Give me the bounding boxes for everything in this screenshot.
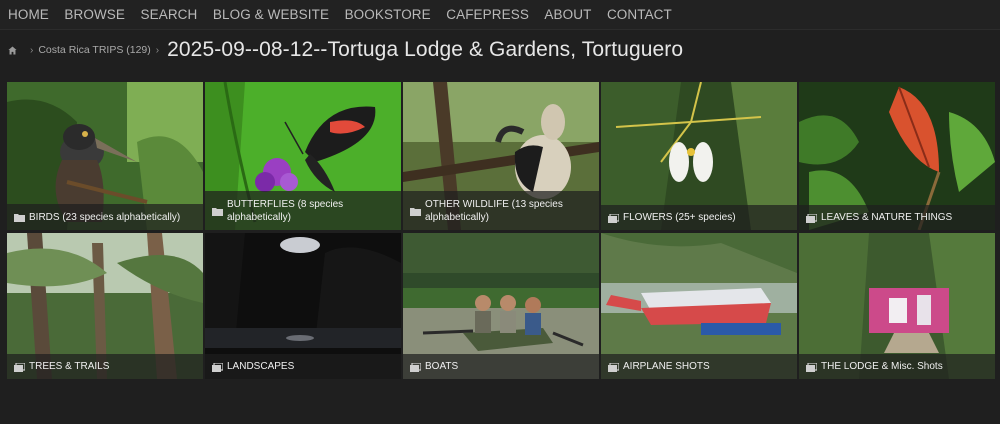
gallery-caption: TREES & TRAILS: [7, 354, 203, 379]
top-navigation: HOME BROWSE SEARCH BLOG & WEBSITE BOOKST…: [0, 0, 1000, 30]
gallery-icon: [608, 213, 619, 223]
gallery-title: AIRPLANE SHOTS: [623, 361, 710, 372]
gallery-tile-landscapes[interactable]: LANDSCAPES: [205, 233, 401, 379]
gallery-caption: THE LODGE & Misc. Shots: [799, 354, 995, 379]
breadcrumb-costa-rica-trips[interactable]: Costa Rica TRIPS (129): [38, 44, 150, 56]
gallery-title: LEAVES & NATURE THINGS: [821, 212, 953, 223]
gallery-title: TREES & TRAILS: [29, 361, 110, 372]
gallery-title: BIRDS (23 species alphabetically): [29, 212, 181, 223]
gallery-title: LANDSCAPES: [227, 361, 295, 372]
nav-bookstore[interactable]: BOOKSTORE: [345, 7, 431, 22]
gallery-icon: [212, 362, 223, 372]
gallery-caption: BOATS: [403, 354, 599, 379]
gallery-tile-airplane-shots[interactable]: AIRPLANE SHOTS: [601, 233, 797, 379]
gallery-tile-the-lodge[interactable]: THE LODGE & Misc. Shots: [799, 233, 995, 379]
folder-icon: [14, 214, 25, 222]
gallery-title: FLOWERS (25+ species): [623, 212, 736, 223]
nav-search[interactable]: SEARCH: [141, 7, 198, 22]
gallery-tile-birds[interactable]: BIRDS (23 species alphabetically): [7, 82, 203, 230]
nav-cafepress[interactable]: CAFEPRESS: [446, 7, 529, 22]
breadcrumb: › Costa Rica TRIPS (129) › 2025-09--08-1…: [8, 36, 683, 64]
gallery-caption: OTHER WILDLIFE (13 species alphabeticall…: [403, 191, 599, 230]
gallery-tile-butterflies[interactable]: BUTTERFLIES (8 species alphabetically): [205, 82, 401, 230]
gallery-tile-other-wildlife[interactable]: OTHER WILDLIFE (13 species alphabeticall…: [403, 82, 599, 230]
gallery-caption: LANDSCAPES: [205, 354, 401, 379]
nav-blog-website[interactable]: BLOG & WEBSITE: [213, 7, 329, 22]
chevron-right-icon: ›: [155, 44, 160, 56]
gallery-tile-flowers[interactable]: FLOWERS (25+ species): [601, 82, 797, 230]
gallery-tile-trees-trails[interactable]: TREES & TRAILS: [7, 233, 203, 379]
gallery-title: THE LODGE & Misc. Shots: [821, 361, 943, 372]
gallery-grid: BIRDS (23 species alphabetically) BUTTER…: [7, 82, 996, 379]
folder-icon: [410, 207, 421, 216]
gallery-caption: AIRPLANE SHOTS: [601, 354, 797, 379]
chevron-right-icon: ›: [30, 44, 34, 56]
nav-contact[interactable]: CONTACT: [607, 7, 672, 22]
gallery-caption: FLOWERS (25+ species): [601, 205, 797, 230]
nav-home[interactable]: HOME: [8, 7, 49, 22]
gallery-icon: [14, 362, 25, 372]
gallery-tile-boats[interactable]: BOATS: [403, 233, 599, 379]
gallery-caption: BIRDS (23 species alphabetically): [7, 204, 203, 230]
gallery-tile-leaves-nature[interactable]: LEAVES & NATURE THINGS: [799, 82, 995, 230]
gallery-title: OTHER WILDLIFE (13 species alphabeticall…: [425, 199, 563, 223]
gallery-icon: [806, 362, 817, 372]
page-title: 2025-09--08-12--Tortuga Lodge & Gardens,…: [167, 38, 684, 61]
home-icon[interactable]: [8, 45, 17, 55]
gallery-caption: LEAVES & NATURE THINGS: [799, 205, 995, 230]
gallery-caption: BUTTERFLIES (8 species alphabetically): [205, 191, 401, 230]
nav-browse[interactable]: BROWSE: [64, 7, 125, 22]
gallery-icon: [608, 362, 619, 372]
gallery-title: BOATS: [425, 361, 459, 372]
nav-about[interactable]: ABOUT: [544, 7, 591, 22]
gallery-icon: [410, 362, 421, 372]
folder-icon: [212, 207, 223, 216]
gallery-icon: [806, 213, 817, 223]
gallery-title: BUTTERFLIES (8 species alphabetically): [227, 199, 344, 223]
